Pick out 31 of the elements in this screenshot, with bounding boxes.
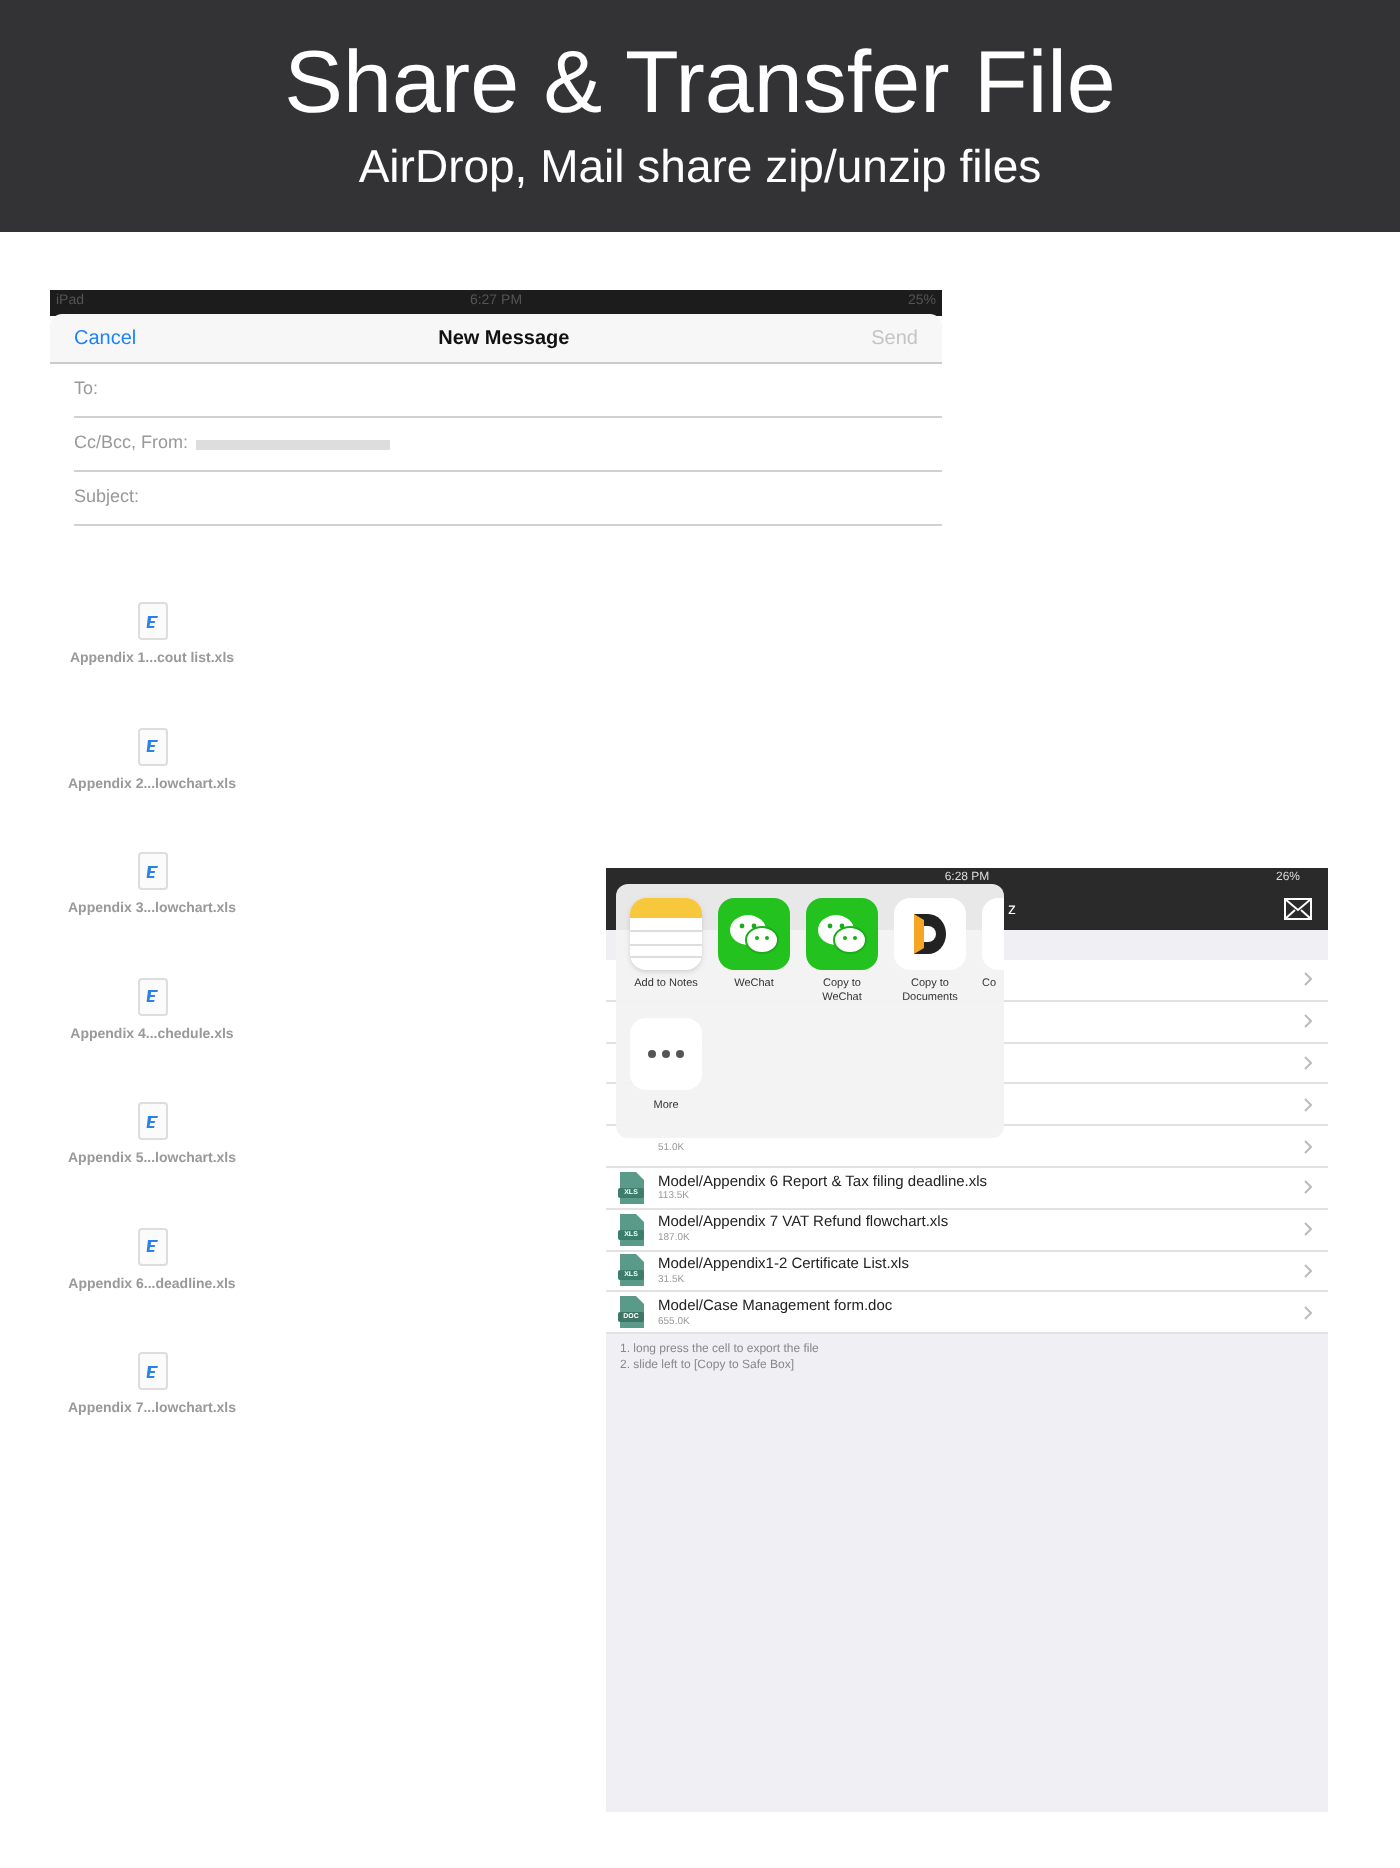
chevron-icon <box>1304 1014 1312 1029</box>
chevron-icon <box>1304 1222 1312 1237</box>
chevron-icon <box>1304 1139 1312 1154</box>
spreadsheet-attachment-icon[interactable] <box>137 977 167 1015</box>
spreadsheet-attachment-icon[interactable] <box>137 1352 167 1390</box>
more-icon[interactable] <box>630 1018 702 1090</box>
chevron-icon <box>1304 1263 1312 1278</box>
mail-title: New Message <box>438 325 570 353</box>
field-label: Subject: <box>74 484 140 511</box>
spreadsheet-attachment-icon[interactable] <box>137 602 167 640</box>
chat-bubbles-icon <box>816 912 868 956</box>
field-label: Cc/Bcc, From: <box>74 430 189 457</box>
chevron-icon <box>1304 1180 1312 1195</box>
banner-title: Share & Transfer File <box>284 32 1116 136</box>
envelope-icon[interactable] <box>1284 898 1312 920</box>
spreadsheet-attachment-icon[interactable] <box>137 1227 167 1265</box>
documents-app-icon[interactable] <box>894 898 966 970</box>
spreadsheet-attachment-icon[interactable] <box>137 1102 167 1140</box>
chevron-icon <box>1304 1305 1312 1320</box>
wechat-app-icon[interactable] <box>806 898 878 970</box>
banner-subtitle: AirDrop, Mail share zip/unzip files <box>358 138 1042 196</box>
spreadsheet-attachment-icon[interactable] <box>137 852 167 890</box>
chevron-icon <box>1304 1097 1312 1112</box>
wechat-app-icon[interactable] <box>718 898 790 970</box>
chevron-icon <box>1304 1055 1312 1070</box>
spreadsheet-attachment-icon[interactable] <box>137 727 167 765</box>
chat-bubbles-icon <box>728 912 780 956</box>
field-label: To: <box>74 376 99 403</box>
cancel-button[interactable]: Cancel <box>74 323 137 353</box>
nav-title: z <box>1008 897 1016 921</box>
chevron-icon <box>1304 972 1312 987</box>
